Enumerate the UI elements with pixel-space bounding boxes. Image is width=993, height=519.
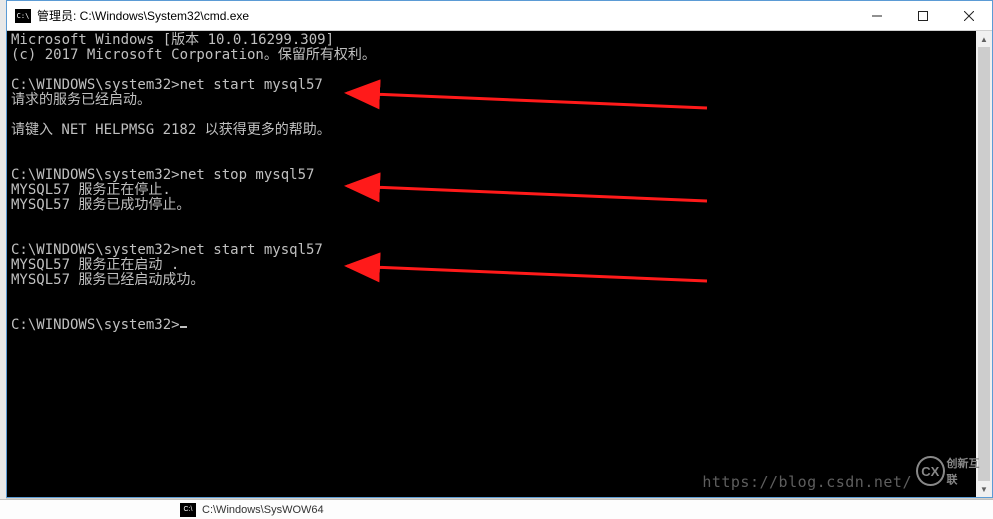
console-output[interactable]: Microsoft Windows [版本 10.0.16299.309] (c… <box>7 31 976 497</box>
console-area: Microsoft Windows [版本 10.0.16299.309] (c… <box>7 31 992 497</box>
console-line: 请求的服务已经启动。 <box>11 92 151 108</box>
console-line: (c) 2017 Microsoft Corporation。保留所有权利。 <box>11 47 376 63</box>
cmd-window: C:\ 管理员: C:\Windows\System32\cmd.exe Mic… <box>6 0 993 498</box>
scroll-track[interactable] <box>976 47 992 481</box>
close-button[interactable] <box>946 1 992 30</box>
console-line: MYSQL57 服务已经启动成功。 <box>11 272 204 288</box>
taskbar-path: C:\Windows\SysWOW64 <box>202 504 324 516</box>
console-line: MYSQL57 服务已成功停止。 <box>11 197 190 213</box>
titlebar[interactable]: C:\ 管理员: C:\Windows\System32\cmd.exe <box>7 1 992 31</box>
chevron-up-icon: ▲ <box>980 35 988 44</box>
window-title: 管理员: C:\Windows\System32\cmd.exe <box>37 7 854 24</box>
scroll-thumb[interactable] <box>978 47 990 481</box>
maximize-button[interactable] <box>900 1 946 30</box>
watermark-logo: CX 创新互联 <box>916 455 988 487</box>
console-line: C:\WINDOWS\system32>net start mysql57 <box>11 77 323 93</box>
logo-mark-icon: CX <box>916 456 945 486</box>
taskbar-fragment: C:\ C:\Windows\SysWOW64 <box>0 499 993 519</box>
console-line: MYSQL57 服务正在启动 . <box>11 257 179 273</box>
console-line: 请键入 NET HELPMSG 2182 以获得更多的帮助。 <box>11 122 331 138</box>
console-line: Microsoft Windows [版本 10.0.16299.309] <box>11 32 334 48</box>
window-controls <box>854 1 992 30</box>
scroll-up-button[interactable]: ▲ <box>976 31 992 47</box>
vertical-scrollbar[interactable]: ▲ ▼ <box>976 31 992 497</box>
cursor <box>180 326 187 328</box>
taskbar-app-icon: C:\ <box>180 503 196 517</box>
minimize-icon <box>872 11 882 21</box>
minimize-button[interactable] <box>854 1 900 30</box>
logo-text: 创新互联 <box>947 455 988 487</box>
watermark-url: https://blog.csdn.net/ <box>702 473 912 491</box>
app-icon: C:\ <box>15 9 31 23</box>
console-line: C:\WINDOWS\system32>net stop mysql57 <box>11 167 314 183</box>
maximize-icon <box>918 11 928 21</box>
close-icon <box>964 11 974 21</box>
console-line: C:\WINDOWS\system32>net start mysql57 <box>11 242 323 258</box>
console-line: C:\WINDOWS\system32> <box>11 317 180 333</box>
console-line: MYSQL57 服务正在停止. <box>11 182 171 198</box>
